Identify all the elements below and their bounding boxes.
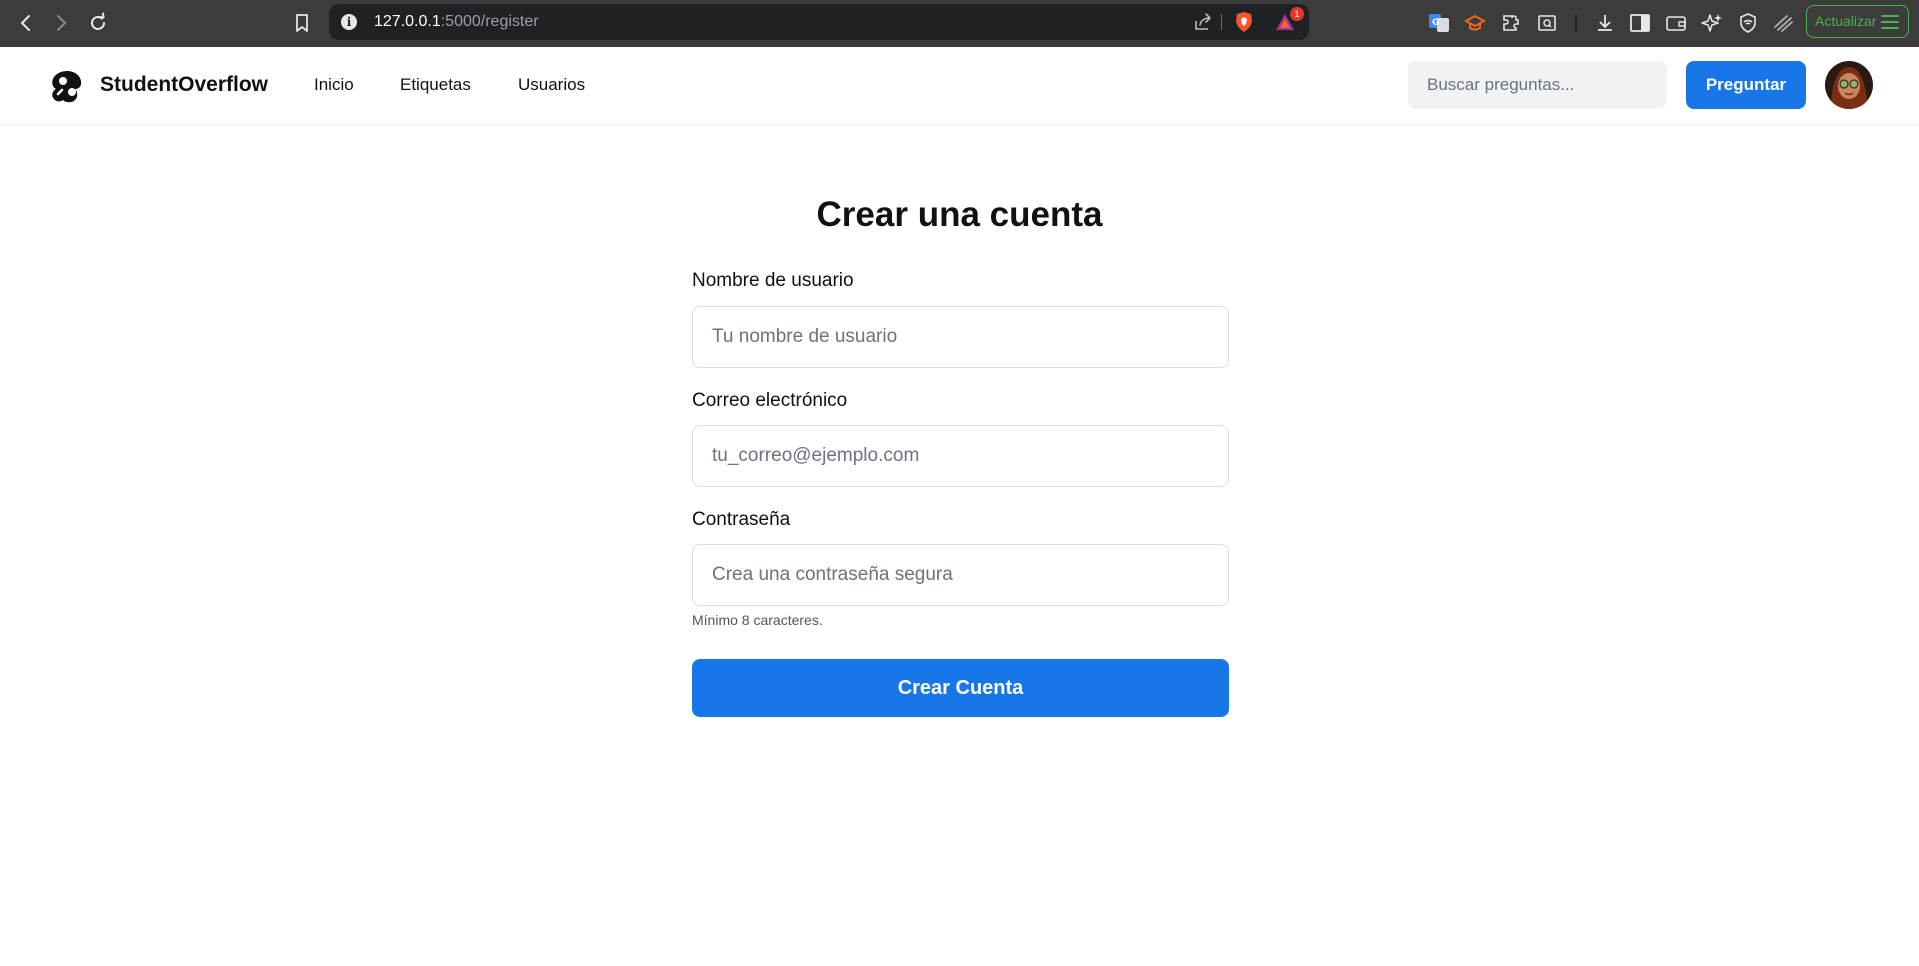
- update-button[interactable]: Actualizar: [1806, 5, 1909, 38]
- share-icon[interactable]: [1191, 10, 1215, 34]
- ask-question-button[interactable]: Preguntar: [1686, 61, 1806, 109]
- avatar[interactable]: [1825, 61, 1873, 109]
- reader-search-icon[interactable]: [1535, 11, 1559, 35]
- password-hint: Mínimo 8 caracteres.: [692, 612, 823, 628]
- nav-inicio[interactable]: Inicio: [314, 75, 354, 95]
- url-text: 127.0.0.1:5000/register: [374, 13, 539, 31]
- back-icon[interactable]: [13, 10, 39, 36]
- password-field[interactable]: [692, 544, 1229, 606]
- search-input[interactable]: [1408, 61, 1667, 109]
- brave-shields-icon[interactable]: [1232, 10, 1256, 34]
- menu-icon: [1881, 15, 1899, 29]
- toolbar-divider: [1575, 14, 1577, 32]
- forward-icon[interactable]: [48, 10, 74, 36]
- extension-hat-icon[interactable]: [1463, 11, 1487, 35]
- notification-badge: 1: [1290, 7, 1304, 21]
- download-icon[interactable]: [1593, 11, 1617, 35]
- svg-text:G: G: [1432, 18, 1439, 28]
- translate-icon[interactable]: G: [1427, 11, 1451, 35]
- nav-usuarios[interactable]: Usuarios: [518, 75, 585, 95]
- address-bar[interactable]: i 127.0.0.1:5000/register 1: [329, 4, 1309, 40]
- username-field[interactable]: [692, 306, 1229, 368]
- email-field[interactable]: [692, 425, 1229, 487]
- reload-icon[interactable]: [85, 10, 111, 36]
- leo-ai-icon[interactable]: [1700, 11, 1724, 35]
- vpn-shield-icon[interactable]: [1736, 11, 1760, 35]
- page-title: Crear una cuenta: [816, 195, 1103, 234]
- username-label: Nombre de usuario: [692, 270, 854, 291]
- site-info-icon[interactable]: i: [341, 14, 357, 30]
- password-label: Contraseña: [692, 509, 791, 530]
- wallet-icon[interactable]: [1664, 11, 1688, 35]
- layers-icon[interactable]: [1771, 11, 1795, 35]
- update-label: Actualizar: [1815, 13, 1877, 29]
- site-header: StudentOverflow Inicio Etiquetas Usuario…: [0, 47, 1919, 125]
- extensions-icon[interactable]: [1499, 11, 1523, 35]
- logo-icon[interactable]: [48, 67, 86, 105]
- url-host: 127.0.0.1: [374, 13, 441, 30]
- bookmark-icon[interactable]: [289, 10, 315, 36]
- email-label: Correo electrónico: [692, 390, 848, 411]
- address-divider: [1221, 14, 1222, 30]
- brand-name[interactable]: StudentOverflow: [100, 73, 268, 97]
- browser-toolbar: i 127.0.0.1:5000/register 1 G Actualizar: [0, 0, 1919, 47]
- sidebar-toggle-icon[interactable]: [1628, 11, 1652, 35]
- create-account-button[interactable]: Crear Cuenta: [692, 659, 1229, 717]
- nav-etiquetas[interactable]: Etiquetas: [400, 75, 471, 95]
- url-path: :5000/register: [440, 13, 539, 30]
